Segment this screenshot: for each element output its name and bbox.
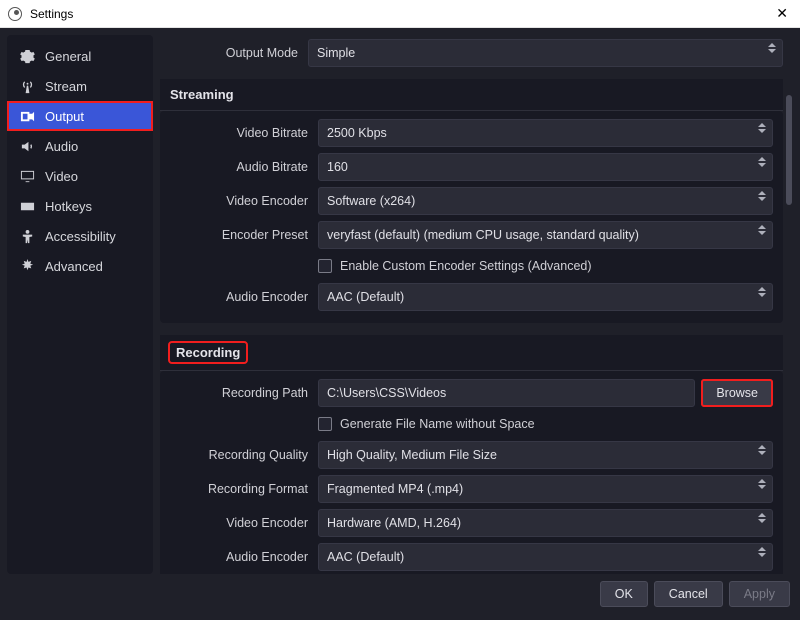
rec-audio-encoder-value: AAC (Default): [327, 550, 404, 564]
apply-label: Apply: [744, 587, 775, 601]
encoder-preset-value: veryfast (default) (medium CPU usage, st…: [327, 228, 639, 242]
sidebar: General Stream Output Audio Video Hotkey…: [7, 35, 153, 574]
gen-filename-checkbox[interactable]: [318, 417, 332, 431]
rec-video-encoder-label: Video Encoder: [170, 516, 318, 530]
recording-format-label: Recording Format: [170, 482, 318, 496]
output-icon: [19, 108, 35, 124]
recording-path-input[interactable]: C:\Users\CSS\Videos: [318, 379, 695, 407]
footer: OK Cancel Apply: [0, 574, 800, 620]
spinner-icon: [758, 123, 766, 133]
chevron-updown-icon: [768, 43, 776, 53]
recording-path-label: Recording Path: [170, 386, 318, 400]
rec-audio-encoder-select[interactable]: AAC (Default): [318, 543, 773, 571]
speaker-icon: [19, 138, 35, 154]
streaming-header: Streaming: [160, 79, 783, 111]
video-encoder-value: Software (x264): [327, 194, 415, 208]
video-bitrate-label: Video Bitrate: [170, 126, 318, 140]
sidebar-item-accessibility[interactable]: Accessibility: [7, 221, 153, 251]
chevron-updown-icon: [758, 445, 766, 455]
cancel-button[interactable]: Cancel: [654, 581, 723, 607]
output-mode-select[interactable]: Simple: [308, 39, 783, 67]
accessibility-icon: [19, 228, 35, 244]
output-mode-row: Output Mode Simple: [160, 35, 783, 75]
custom-encoder-label: Enable Custom Encoder Settings (Advanced…: [340, 259, 592, 273]
sidebar-item-label: General: [45, 49, 91, 64]
sidebar-item-hotkeys[interactable]: Hotkeys: [7, 191, 153, 221]
sidebar-item-label: Video: [45, 169, 78, 184]
recording-header: Recording: [170, 343, 246, 362]
sidebar-item-stream[interactable]: Stream: [7, 71, 153, 101]
chevron-updown-icon: [758, 225, 766, 235]
sidebar-item-output[interactable]: Output: [7, 101, 153, 131]
window-body: General Stream Output Audio Video Hotkey…: [0, 28, 800, 574]
recording-quality-label: Recording Quality: [170, 448, 318, 462]
app-icon: [8, 7, 22, 21]
output-mode-label: Output Mode: [160, 46, 308, 60]
settings-window: Settings ✕ General Stream Output Audio: [0, 0, 800, 620]
chevron-updown-icon: [758, 513, 766, 523]
scrollbar-thumb[interactable]: [786, 95, 792, 205]
titlebar: Settings ✕: [0, 0, 800, 28]
sidebar-item-audio[interactable]: Audio: [7, 131, 153, 161]
sidebar-item-label: Output: [45, 109, 84, 124]
sidebar-item-label: Stream: [45, 79, 87, 94]
video-bitrate-value: 2500 Kbps: [327, 126, 387, 140]
chevron-updown-icon: [758, 479, 766, 489]
sidebar-item-video[interactable]: Video: [7, 161, 153, 191]
streaming-panel: Video Bitrate 2500 Kbps Audio Bitrate 16…: [160, 111, 783, 323]
sidebar-item-label: Advanced: [45, 259, 103, 274]
recording-panel: Recording Path C:\Users\CSS\Videos Brows…: [160, 371, 783, 574]
rec-video-encoder-value: Hardware (AMD, H.264): [327, 516, 461, 530]
sidebar-item-advanced[interactable]: Advanced: [7, 251, 153, 281]
video-bitrate-input[interactable]: 2500 Kbps: [318, 119, 773, 147]
chevron-updown-icon: [758, 287, 766, 297]
ok-label: OK: [615, 587, 633, 601]
chevron-updown-icon: [758, 191, 766, 201]
recording-quality-select[interactable]: High Quality, Medium File Size: [318, 441, 773, 469]
audio-bitrate-select[interactable]: 160: [318, 153, 773, 181]
cancel-label: Cancel: [669, 587, 708, 601]
recording-format-select[interactable]: Fragmented MP4 (.mp4): [318, 475, 773, 503]
close-icon[interactable]: ✕: [772, 5, 792, 22]
chevron-updown-icon: [758, 547, 766, 557]
audio-bitrate-label: Audio Bitrate: [170, 160, 318, 174]
custom-encoder-checkbox[interactable]: [318, 259, 332, 273]
ok-button[interactable]: OK: [600, 581, 648, 607]
content: Output Mode Simple Streaming Video Bitra…: [160, 35, 783, 574]
gear-icon: [19, 48, 35, 64]
chevron-updown-icon: [758, 157, 766, 167]
rec-audio-encoder-label: Audio Encoder: [170, 550, 318, 564]
window-title: Settings: [30, 7, 772, 21]
sidebar-item-general[interactable]: General: [7, 41, 153, 71]
recording-header-row: Recording: [160, 335, 783, 371]
audio-encoder-select[interactable]: AAC (Default): [318, 283, 773, 311]
rec-video-encoder-select[interactable]: Hardware (AMD, H.264): [318, 509, 773, 537]
browse-label: Browse: [716, 386, 758, 400]
monitor-icon: [19, 168, 35, 184]
browse-button[interactable]: Browse: [701, 379, 773, 407]
encoder-preset-label: Encoder Preset: [170, 228, 318, 242]
recording-format-value: Fragmented MP4 (.mp4): [327, 482, 463, 496]
video-encoder-label: Video Encoder: [170, 194, 318, 208]
audio-bitrate-value: 160: [327, 160, 348, 174]
keyboard-icon: [19, 198, 35, 214]
recording-quality-value: High Quality, Medium File Size: [327, 448, 497, 462]
apply-button[interactable]: Apply: [729, 581, 790, 607]
vertical-scrollbar[interactable]: [785, 35, 793, 574]
antenna-icon: [19, 78, 35, 94]
sidebar-item-label: Hotkeys: [45, 199, 92, 214]
tools-icon: [19, 258, 35, 274]
sidebar-item-label: Audio: [45, 139, 78, 154]
audio-encoder-label: Audio Encoder: [170, 290, 318, 304]
encoder-preset-select[interactable]: veryfast (default) (medium CPU usage, st…: [318, 221, 773, 249]
audio-encoder-value: AAC (Default): [327, 290, 404, 304]
video-encoder-select[interactable]: Software (x264): [318, 187, 773, 215]
recording-path-value: C:\Users\CSS\Videos: [327, 386, 446, 400]
gen-filename-label: Generate File Name without Space: [340, 417, 535, 431]
output-mode-value: Simple: [317, 46, 355, 60]
sidebar-item-label: Accessibility: [45, 229, 116, 244]
content-wrap: Output Mode Simple Streaming Video Bitra…: [160, 35, 793, 574]
